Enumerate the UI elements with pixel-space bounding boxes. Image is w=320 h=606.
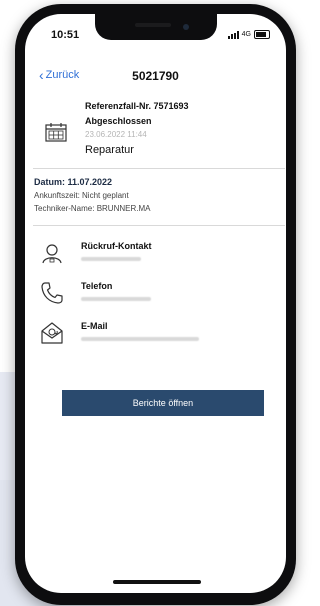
person-icon	[42, 244, 62, 264]
appointment-details: Datum: 11.07.2022 Ankunftszeit: Nicht ge…	[34, 177, 150, 213]
arrival-time: Ankunftszeit: Nicht geplant	[34, 191, 129, 200]
email-icon	[41, 322, 63, 344]
case-type: Reparatur	[85, 144, 134, 156]
notch	[95, 14, 217, 40]
battery-icon	[254, 30, 270, 39]
page-title: 5021790	[132, 69, 179, 83]
contact-callback[interactable]: Rückruf-Kontakt	[25, 239, 286, 279]
contact-email[interactable]: E-Mail	[25, 319, 286, 359]
case-status: Abgeschlossen	[85, 116, 152, 126]
divider	[33, 168, 285, 169]
signal-icon	[227, 30, 239, 39]
case-datetime: 23.06.2022 11:44	[85, 130, 147, 139]
navigation-bar: ‹ Zurück 5021790	[25, 58, 286, 90]
contact-value-redacted	[81, 257, 141, 261]
contact-label: Rückruf-Kontakt	[81, 241, 152, 251]
divider	[33, 225, 285, 226]
front-camera	[183, 24, 189, 30]
calendar-icon	[45, 123, 67, 142]
home-indicator[interactable]	[113, 580, 201, 584]
case-reference: Referenzfall-Nr. 7571693	[85, 101, 189, 111]
open-reports-button[interactable]: Berichte öffnen	[62, 390, 264, 416]
network-type: 4G	[241, 31, 251, 38]
technician-name: Techniker-Name: BRUNNER.MA	[34, 204, 151, 213]
speaker	[135, 23, 171, 27]
contact-value-redacted	[81, 337, 199, 341]
case-summary: Referenzfall-Nr. 7571693 Abgeschlossen 2…	[25, 94, 286, 166]
contact-label: Telefon	[81, 281, 113, 291]
status-time: 10:51	[51, 29, 80, 41]
contact-label: E-Mail	[81, 321, 108, 331]
phone-icon	[41, 282, 63, 304]
phone-frame: 10:51 4G ‹ Zurück 5021790 Referenzfall-N…	[15, 4, 296, 605]
contact-phone[interactable]: Telefon	[25, 279, 286, 319]
status-indicators: 4G	[227, 30, 270, 39]
appointment-date: Datum: 11.07.2022	[34, 177, 113, 187]
contact-value-redacted	[81, 297, 151, 301]
phone-screen: 10:51 4G ‹ Zurück 5021790 Referenzfall-N…	[25, 14, 286, 593]
